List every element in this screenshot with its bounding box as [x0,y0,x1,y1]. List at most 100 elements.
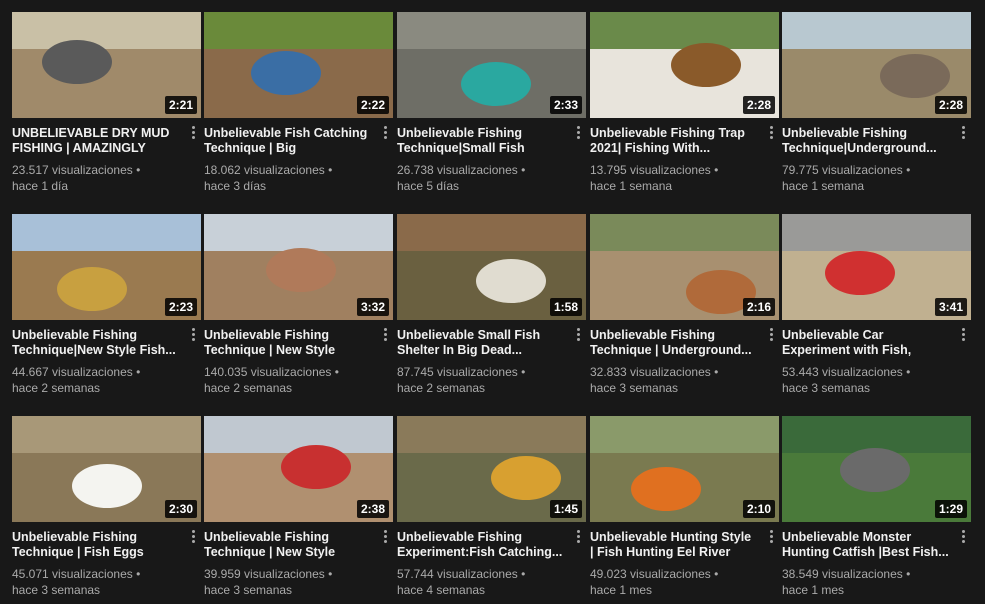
video-title[interactable]: Unbelievable Small Fish Shelter In Big D… [397,328,564,358]
video-thumbnail[interactable]: 2:16 [590,214,779,320]
video-title[interactable]: Unbelievable Fishing Technique | New Sty… [204,530,371,560]
video-details: Unbelievable Fishing Technique | New Sty… [204,522,393,598]
video-age: hace 1 mes [590,583,653,597]
video-duration: 1:29 [934,500,967,518]
video-title[interactable]: Unbelievable Fishing Technique | Undergr… [590,328,757,358]
more-options-icon[interactable] [763,122,779,142]
video-thumbnail[interactable]: 2:21 [12,12,201,118]
video-thumbnail[interactable]: 3:32 [204,214,393,320]
menu-dot [191,125,195,129]
thumbnail-subject [631,467,701,511]
menu-dot [769,332,773,336]
video-title[interactable]: Unbelievable Fishing Experiment:Fish Cat… [397,530,564,560]
video-thumbnail[interactable]: 2:33 [397,12,586,118]
menu-dot [383,125,387,129]
video-age: hace 5 días [397,179,460,193]
video-title[interactable]: Unbelievable Fishing Trap 2021| Fishing … [590,126,757,156]
video-card[interactable]: 3:32 Unbelievable Fishing Technique | New… [204,214,393,396]
menu-dot [769,135,773,139]
thumbnail-subject [57,267,127,311]
video-duration: 1:58 [549,298,582,316]
video-age: hace 3 días [204,179,267,193]
video-title[interactable]: Unbelievable Fish Catching Technique | B… [204,126,371,156]
menu-dot [576,529,580,533]
more-options-icon[interactable] [955,324,971,344]
video-age: hace 1 mes [782,583,845,597]
video-thumbnail[interactable]: 1:58 [397,214,586,320]
video-card[interactable]: 3:41 Unbelievable Car Experiment with Fis… [782,214,971,396]
video-details: Unbelievable Monster Hunting Catfish |Be… [782,522,971,598]
more-options-icon[interactable] [570,122,586,142]
video-views: 26.738 visualizaciones • [397,163,526,177]
menu-dot [191,332,195,336]
video-card[interactable]: 2:28 Unbelievable Fishing Trap 2021| Fish… [590,12,779,194]
more-options-icon[interactable] [955,122,971,142]
menu-dot [576,534,580,538]
video-title[interactable]: Unbelievable Fishing Technique | Fish Eg… [12,530,179,560]
video-card[interactable]: 1:29 Unbelievable Monster Hunting Catfish… [782,416,971,598]
menu-dot [191,130,195,134]
video-thumbnail[interactable]: 2:28 [590,12,779,118]
thumbnail-background [782,12,971,50]
video-thumbnail[interactable]: 2:38 [204,416,393,522]
more-options-icon[interactable] [185,526,201,546]
more-options-icon[interactable] [570,526,586,546]
video-card[interactable]: 1:45 Unbelievable Fishing Experiment:Fish… [397,416,586,598]
video-title[interactable]: UNBELIEVABLE DRY MUD FISHING | AMAZINGLY… [12,126,179,156]
video-title[interactable]: Unbelievable Fishing Technique | New Sty… [204,328,371,358]
menu-dot [769,539,773,543]
video-card[interactable]: 2:30 Unbelievable Fishing Technique | Fis… [12,416,201,598]
more-options-icon[interactable] [185,324,201,344]
more-options-icon[interactable] [570,324,586,344]
menu-dot [191,135,195,139]
video-card[interactable]: 2:33 Unbelievable Fishing Technique|Small… [397,12,586,194]
video-card[interactable]: 2:28 Unbelievable Fishing Technique|Under… [782,12,971,194]
video-card[interactable]: 2:21 UNBELIEVABLE DRY MUD FISHING | AMAZI… [12,12,201,194]
video-card[interactable]: 2:22 Unbelievable Fish Catching Technique… [204,12,393,194]
video-thumbnail[interactable]: 2:23 [12,214,201,320]
video-thumbnail[interactable]: 2:28 [782,12,971,118]
video-card[interactable]: 2:10 Unbelievable Hunting Style | Fish Hu… [590,416,779,598]
video-views: 18.062 visualizaciones • [204,163,333,177]
thumbnail-subject [266,248,336,292]
video-title[interactable]: Unbelievable Hunting Style | Fish Huntin… [590,530,757,560]
video-title[interactable]: Unbelievable Fishing Technique|New Style… [12,328,179,358]
video-views: 44.667 visualizaciones • [12,365,141,379]
more-options-icon[interactable] [377,526,393,546]
video-card[interactable]: 1:58 Unbelievable Small Fish Shelter In B… [397,214,586,396]
more-options-icon[interactable] [185,122,201,142]
video-details: Unbelievable Fish Catching Technique | B… [204,118,393,194]
video-thumbnail[interactable]: 2:10 [590,416,779,522]
video-duration: 2:30 [164,500,197,518]
video-details: Unbelievable Small Fish Shelter In Big D… [397,320,586,396]
video-thumbnail[interactable]: 2:22 [204,12,393,118]
menu-dot [961,125,965,129]
video-views: 39.959 visualizaciones • [204,567,333,581]
menu-dot [191,539,195,543]
more-options-icon[interactable] [377,324,393,344]
thumbnail-background [782,214,971,252]
video-thumbnail[interactable]: 1:29 [782,416,971,522]
video-thumbnail[interactable]: 2:30 [12,416,201,522]
thumbnail-background [204,214,393,252]
video-duration: 2:10 [742,500,775,518]
video-card[interactable]: 2:38 Unbelievable Fishing Technique | New… [204,416,393,598]
more-options-icon[interactable] [377,122,393,142]
more-options-icon[interactable] [763,526,779,546]
video-age: hace 3 semanas [12,583,101,597]
video-thumbnail[interactable]: 3:41 [782,214,971,320]
thumbnail-subject [491,456,561,500]
video-thumbnail[interactable]: 1:45 [397,416,586,522]
video-card[interactable]: 2:16 Unbelievable Fishing Technique | Und… [590,214,779,396]
menu-dot [769,529,773,533]
menu-dot [961,534,965,538]
video-title[interactable]: Unbelievable Car Experiment with Fish, C… [782,328,949,358]
video-title[interactable]: Unbelievable Fishing Technique|Undergrou… [782,126,949,156]
menu-dot [576,332,580,336]
video-title[interactable]: Unbelievable Monster Hunting Catfish |Be… [782,530,949,560]
more-options-icon[interactable] [955,526,971,546]
video-card[interactable]: 2:23 Unbelievable Fishing Technique|New S… [12,214,201,396]
video-details: Unbelievable Fishing Technique | Undergr… [590,320,779,396]
more-options-icon[interactable] [763,324,779,344]
video-title[interactable]: Unbelievable Fishing Technique|Small Fis… [397,126,564,156]
